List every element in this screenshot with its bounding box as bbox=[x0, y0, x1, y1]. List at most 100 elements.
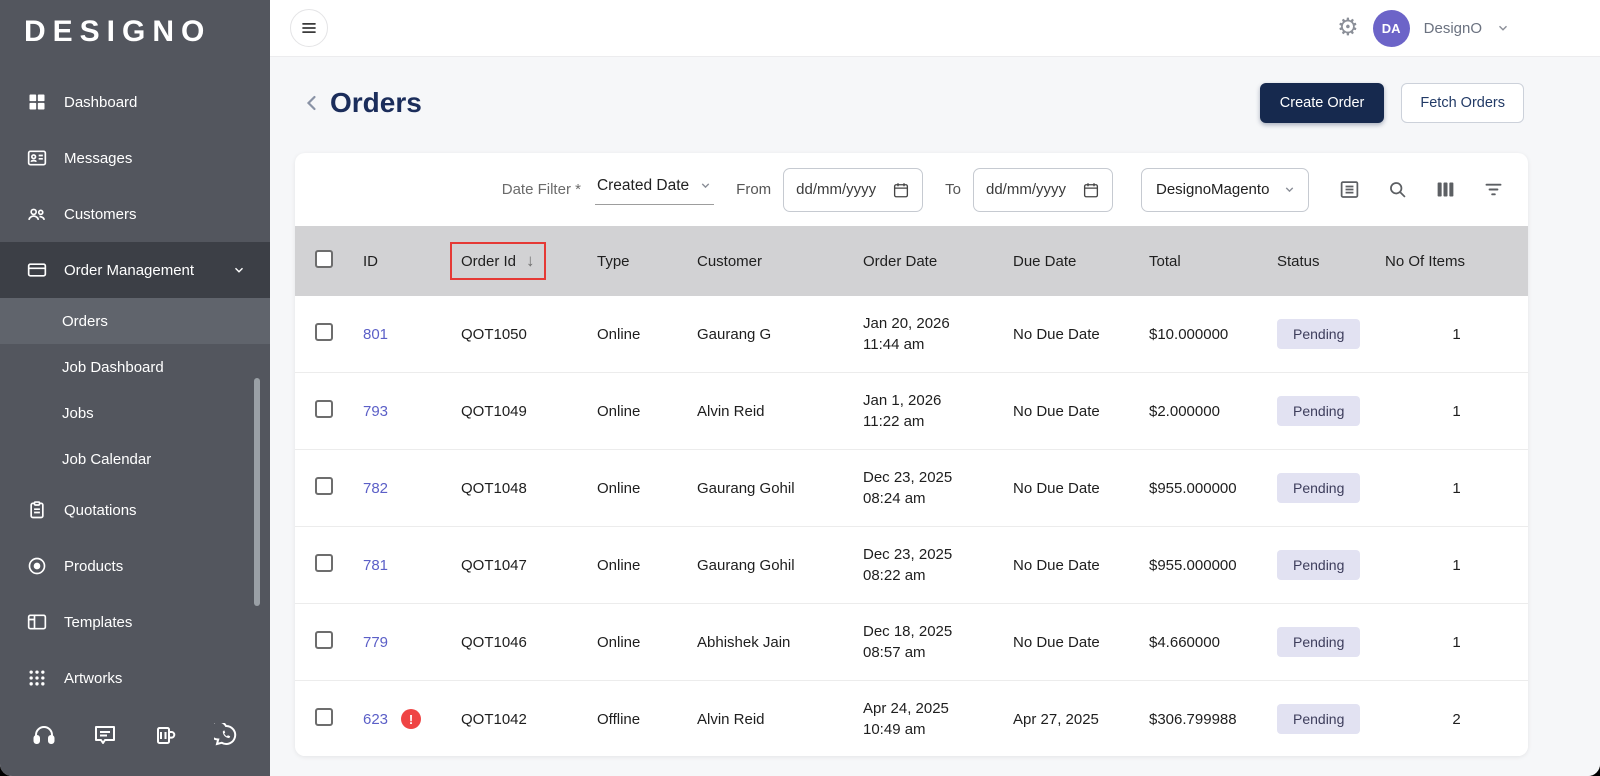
table-row: 623 ! QOT1042 Offline Alvin Reid Apr 24,… bbox=[295, 681, 1528, 756]
row-checkbox[interactable] bbox=[315, 323, 333, 341]
column-header-id[interactable]: ID bbox=[363, 253, 461, 270]
sidebar-item-templates[interactable]: Templates bbox=[0, 594, 270, 650]
sidebar-item-label: Products bbox=[64, 558, 123, 575]
sort-desc-arrow-icon[interactable]: ↓ bbox=[526, 251, 535, 271]
table-row: 793 ! QOT1049 Online Alvin Reid Jan 1, 2… bbox=[295, 373, 1528, 450]
whatsapp-icon[interactable] bbox=[214, 722, 238, 748]
column-header-status[interactable]: Status bbox=[1277, 253, 1385, 270]
customer-cell: Alvin Reid bbox=[697, 711, 863, 728]
column-header-customer[interactable]: Customer bbox=[697, 253, 863, 270]
row-checkbox[interactable] bbox=[315, 400, 333, 418]
back-chevron-icon[interactable] bbox=[300, 91, 324, 115]
topbar: ⚙ DA DesignO bbox=[270, 0, 1600, 57]
table-row: 782 ! QOT1048 Online Gaurang Gohil Dec 2… bbox=[295, 450, 1528, 527]
order-date-line1: Jan 1, 2026 bbox=[863, 390, 1013, 411]
order-management-icon bbox=[26, 259, 48, 281]
column-header-order-date[interactable]: Order Date bbox=[863, 253, 1013, 270]
order-id-link[interactable]: 782 bbox=[363, 480, 388, 497]
date-filter-select[interactable]: Created Date bbox=[595, 175, 714, 205]
item-count-cell: 1 bbox=[1452, 557, 1460, 574]
order-id-link[interactable]: 781 bbox=[363, 557, 388, 574]
status-badge: Pending bbox=[1277, 473, 1360, 503]
column-header-total[interactable]: Total bbox=[1149, 253, 1277, 270]
store-select[interactable]: DesignoMagento bbox=[1141, 168, 1309, 212]
order-date-line2: 08:24 am bbox=[863, 488, 1013, 509]
customer-cell: Gaurang Gohil bbox=[697, 557, 863, 574]
sidebar-item-label: Job Dashboard bbox=[62, 359, 164, 376]
due-date-cell: No Due Date bbox=[1013, 557, 1149, 574]
drink-icon[interactable] bbox=[153, 722, 177, 748]
search-icon[interactable] bbox=[1387, 179, 1408, 200]
sidebar-item-job-dashboard[interactable]: Job Dashboard bbox=[0, 344, 270, 390]
due-date-cell: No Due Date bbox=[1013, 326, 1149, 343]
due-date-cell: No Due Date bbox=[1013, 480, 1149, 497]
dashboard-icon bbox=[26, 91, 48, 113]
column-header-type[interactable]: Type bbox=[597, 253, 697, 270]
to-date-field[interactable] bbox=[973, 168, 1113, 212]
customer-cell: Gaurang G bbox=[697, 326, 863, 343]
from-date-input[interactable] bbox=[796, 181, 892, 198]
user-menu-chevron-icon[interactable] bbox=[1496, 21, 1510, 35]
customer-cell: Abhishek Jain bbox=[697, 634, 863, 651]
sidebar-item-customers[interactable]: Customers bbox=[0, 186, 270, 242]
sidebar-item-artworks[interactable]: Artworks bbox=[0, 650, 270, 706]
templates-icon bbox=[26, 611, 48, 633]
settings-gear-icon[interactable]: ⚙ bbox=[1337, 16, 1359, 40]
total-cell: $955.000000 bbox=[1149, 557, 1277, 574]
calendar-icon[interactable] bbox=[892, 181, 910, 199]
row-checkbox[interactable] bbox=[315, 554, 333, 572]
order-id-link[interactable]: 793 bbox=[363, 403, 388, 420]
calendar-icon[interactable] bbox=[1082, 181, 1100, 199]
column-header-order-id[interactable]: Order Id bbox=[461, 253, 516, 270]
from-date-field[interactable] bbox=[783, 168, 923, 212]
create-order-button[interactable]: Create Order bbox=[1260, 83, 1385, 123]
brand-logo: DESIGNO bbox=[0, 0, 270, 64]
order-date-line1: Apr 24, 2025 bbox=[863, 698, 1013, 719]
sidebar-item-quotations[interactable]: Quotations bbox=[0, 482, 270, 538]
item-count-cell: 1 bbox=[1452, 326, 1460, 343]
user-avatar[interactable]: DA bbox=[1373, 10, 1410, 47]
sidebar-scrollbar[interactable] bbox=[254, 378, 260, 606]
table-row: 801 ! QOT1050 Online Gaurang G Jan 20, 2… bbox=[295, 296, 1528, 373]
item-count-cell: 1 bbox=[1452, 403, 1460, 420]
sidebar-item-dashboard[interactable]: Dashboard bbox=[0, 74, 270, 130]
hamburger-menu-button[interactable] bbox=[290, 9, 328, 47]
table-header-row: ID Order Id ↓ Type Customer Order Date D… bbox=[295, 226, 1528, 296]
column-header-no-of-items[interactable]: No Of Items bbox=[1385, 253, 1528, 270]
to-date-input[interactable] bbox=[986, 181, 1082, 198]
row-checkbox[interactable] bbox=[315, 477, 333, 495]
sidebar-item-products[interactable]: Products bbox=[0, 538, 270, 594]
customers-icon bbox=[26, 203, 48, 225]
sidebar-item-messages[interactable]: Messages bbox=[0, 130, 270, 186]
column-header-order-id-annotated[interactable]: Order Id ↓ bbox=[450, 242, 546, 280]
sidebar-item-label: Templates bbox=[64, 614, 132, 631]
sidebar-item-label: Customers bbox=[64, 206, 137, 223]
alert-icon: ! bbox=[401, 709, 421, 729]
table-body: 801 ! QOT1050 Online Gaurang G Jan 20, 2… bbox=[295, 296, 1528, 756]
columns-icon[interactable] bbox=[1435, 179, 1456, 200]
order-id-link[interactable]: 801 bbox=[363, 326, 388, 343]
fetch-orders-button[interactable]: Fetch Orders bbox=[1401, 83, 1524, 123]
order-id-link[interactable]: 779 bbox=[363, 634, 388, 651]
order-number-cell: QOT1049 bbox=[461, 403, 597, 420]
date-filter-value: Created Date bbox=[597, 177, 689, 195]
sidebar-item-job-calendar[interactable]: Job Calendar bbox=[0, 436, 270, 482]
order-type-cell: Online bbox=[597, 634, 697, 651]
headset-icon[interactable] bbox=[32, 722, 56, 748]
filter-icon[interactable] bbox=[1483, 179, 1504, 200]
column-header-due-date[interactable]: Due Date bbox=[1013, 253, 1149, 270]
row-checkbox[interactable] bbox=[315, 631, 333, 649]
sidebar-item-jobs[interactable]: Jobs bbox=[0, 390, 270, 436]
order-date-line1: Dec 23, 2025 bbox=[863, 467, 1013, 488]
order-date-line1: Dec 18, 2025 bbox=[863, 621, 1013, 642]
list-view-icon[interactable] bbox=[1339, 179, 1360, 200]
sidebar-item-order-management[interactable]: Order Management bbox=[0, 242, 270, 298]
chat-icon[interactable] bbox=[93, 722, 117, 748]
order-type-cell: Online bbox=[597, 403, 697, 420]
status-badge: Pending bbox=[1277, 550, 1360, 580]
sidebar-item-orders[interactable]: Orders bbox=[0, 298, 270, 344]
order-id-link[interactable]: 623 bbox=[363, 711, 388, 728]
select-all-checkbox[interactable] bbox=[315, 250, 333, 268]
store-select-value: DesignoMagento bbox=[1156, 181, 1269, 198]
row-checkbox[interactable] bbox=[315, 708, 333, 726]
